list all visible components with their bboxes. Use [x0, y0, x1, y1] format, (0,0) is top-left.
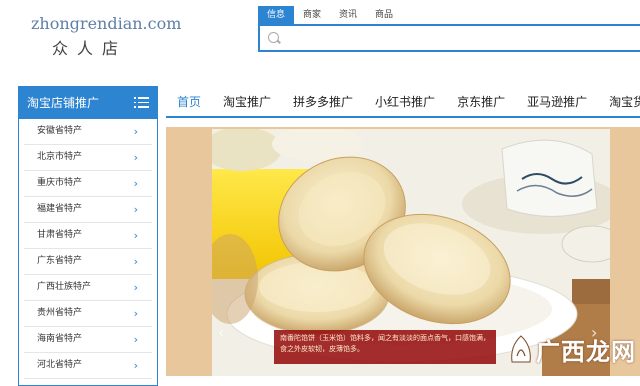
sidebar-item-label: 甘肃省特产 — [37, 230, 83, 240]
sidebar-item-guangdong[interactable]: 广东省特产 › — [24, 249, 152, 275]
watermark-logo-icon — [511, 335, 531, 363]
chevron-right-icon: › — [133, 281, 138, 294]
search-tab-info[interactable]: 信息 — [258, 6, 295, 24]
sidebar-item-guizhou[interactable]: 贵州省特产 › — [24, 301, 152, 327]
nav-jd-promo[interactable]: 京东推广 — [446, 93, 516, 110]
sidebar-item-anhui[interactable]: 安徽省特产 › — [24, 119, 152, 145]
search-tab-merchant[interactable]: 商家 — [294, 6, 330, 24]
chevron-right-icon: › — [133, 255, 138, 268]
search-tab-news[interactable]: 资讯 — [330, 6, 366, 24]
nav-taobao-goods[interactable]: 淘宝货 — [598, 93, 640, 110]
menu-list-icon[interactable] — [134, 97, 149, 108]
sidebar-item-hainan[interactable]: 海南省特产 › — [24, 327, 152, 353]
banner-prev-arrow-icon[interactable]: ‹ — [218, 323, 224, 342]
chevron-right-icon: › — [133, 359, 138, 372]
sidebar-item-beijing[interactable]: 北京市特产 › — [24, 145, 152, 171]
sidebar-item-fujian[interactable]: 福建省特产 › — [24, 197, 152, 223]
sidebar-list: 安徽省特产 › 北京市特产 › 重庆市特产 › 福建省特产 › 甘肃省特产 › 广东省特产… — [19, 119, 157, 379]
site-domain-logo[interactable]: zhongrendian.com — [31, 14, 181, 33]
sidebar-item-hebei[interactable]: 河北省特产 › — [24, 353, 152, 379]
sidebar-title: 淘宝店铺推广 — [27, 96, 100, 110]
nav-xiaohongshu-promo[interactable]: 小红书推广 — [364, 93, 446, 110]
sidebar-item-label: 河北省特产 — [37, 360, 83, 370]
search-icon — [268, 32, 279, 43]
sidebar-item-label: 重庆市特产 — [37, 178, 83, 188]
sidebar-item-label: 海南省特产 — [37, 334, 83, 344]
nav-home[interactable]: 首页 — [166, 93, 212, 110]
search-box — [258, 24, 640, 52]
watermark-text: 广西龙网 — [536, 338, 636, 366]
chevron-right-icon: › — [133, 229, 138, 242]
sidebar-item-label: 广西壮族特产 — [37, 282, 92, 292]
sidebar-item-label: 安徽省特产 — [37, 126, 83, 136]
sidebar-item-label: 广东省特产 — [37, 256, 83, 266]
site-name-logo[interactable]: 众人店 — [52, 35, 127, 59]
nav-pinduoduo-promo[interactable]: 拼多多推广 — [282, 93, 364, 110]
sidebar: 淘宝店铺推广 安徽省特产 › 北京市特产 › 重庆市特产 › 福建省特产 › 甘肃省特产… — [18, 86, 158, 386]
chevron-right-icon: › — [133, 177, 138, 190]
watermark: 广西龙网 — [508, 332, 638, 368]
nav-amazon-promo[interactable]: 亚马逊推广 — [516, 93, 598, 110]
sidebar-item-label: 福建省特产 — [37, 204, 83, 214]
banner-caption: 南番陀馅饼（玉米馅）馅料多，闻之有淡淡的面点香气，口感饱满，食之外皮软韧，皮薄馅… — [274, 330, 496, 364]
chevron-right-icon: › — [133, 151, 138, 164]
search-input[interactable] — [284, 28, 628, 50]
sidebar-item-gansu[interactable]: 甘肃省特产 › — [24, 223, 152, 249]
search-tabs: 信息 商家 资讯 商品 — [258, 6, 402, 24]
nav-taobao-promo[interactable]: 淘宝推广 — [212, 93, 282, 110]
chevron-right-icon: › — [133, 307, 138, 320]
sidebar-item-label: 贵州省特产 — [37, 308, 83, 318]
chevron-right-icon: › — [133, 203, 138, 216]
sidebar-item-label: 北京市特产 — [37, 152, 83, 162]
sidebar-item-guangxi[interactable]: 广西壮族特产 › — [24, 275, 152, 301]
sidebar-header: 淘宝店铺推广 — [19, 87, 157, 119]
search-tab-product[interactable]: 商品 — [366, 6, 402, 24]
chevron-right-icon: › — [133, 125, 138, 138]
chevron-right-icon: › — [133, 333, 138, 346]
top-nav: 首页 淘宝推广 拼多多推广 小红书推广 京东推广 亚马逊推广 淘宝货 — [166, 86, 640, 118]
sidebar-item-chongqing[interactable]: 重庆市特产 › — [24, 171, 152, 197]
